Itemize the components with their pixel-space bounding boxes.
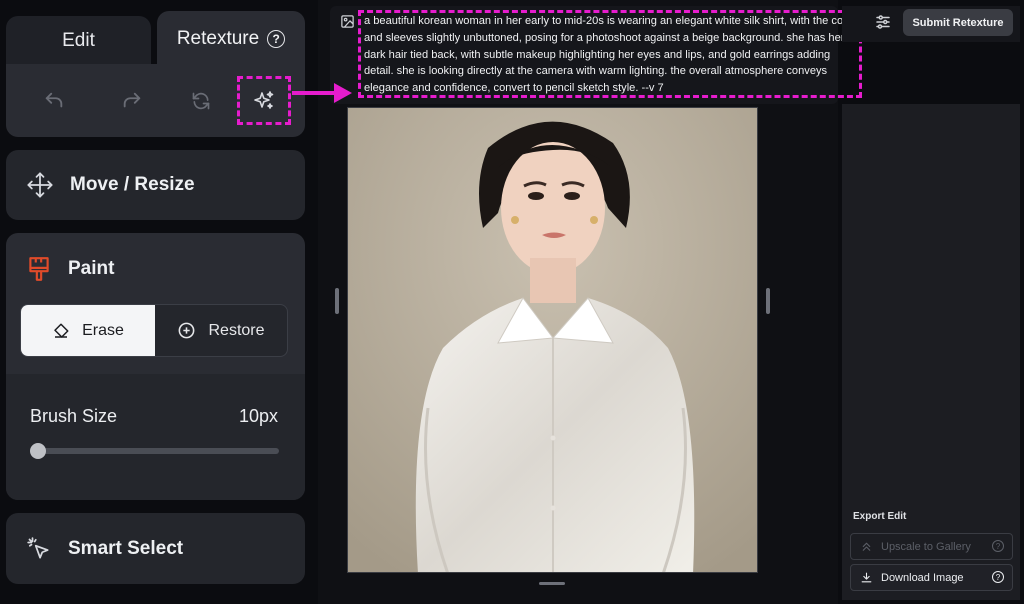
export-edit-label: Export Edit bbox=[853, 511, 907, 522]
prompt-input[interactable]: a beautiful korean woman in her early to… bbox=[364, 13, 858, 97]
help-icon[interactable]: ? bbox=[267, 29, 286, 48]
chevrons-up-icon bbox=[862, 542, 871, 551]
right-resize-handle[interactable] bbox=[766, 288, 770, 314]
brush-size-section: Brush Size 10px bbox=[6, 374, 305, 500]
paint-tool: Paint Erase Restore Brush Size 10px bbox=[6, 233, 305, 500]
brush-size-slider[interactable] bbox=[32, 448, 279, 454]
tab-edit-label: Edit bbox=[62, 30, 95, 51]
smart-select-label: Smart Select bbox=[68, 537, 184, 559]
brush-size-value: 10px bbox=[238, 406, 278, 426]
brush-size-slider-thumb[interactable] bbox=[30, 443, 46, 459]
upscale-to-gallery-button[interactable]: Upscale to Gallery ? bbox=[850, 533, 1013, 560]
paint-header[interactable]: Paint bbox=[26, 255, 114, 283]
download-label: Download Image bbox=[881, 571, 964, 584]
restore-button[interactable]: Restore bbox=[155, 305, 287, 356]
right-panel bbox=[842, 104, 1020, 600]
plus-circle-icon bbox=[179, 322, 195, 339]
download-icon bbox=[861, 572, 872, 583]
bottom-resize-handle[interactable] bbox=[539, 582, 565, 585]
sparkle-icon bbox=[254, 90, 274, 109]
download-image-button[interactable]: Download Image ? bbox=[850, 564, 1013, 591]
move-resize-tool[interactable]: Move / Resize bbox=[6, 150, 305, 220]
tab-edit[interactable]: Edit bbox=[6, 16, 151, 66]
paint-label: Paint bbox=[68, 258, 115, 279]
erase-button[interactable]: Erase bbox=[21, 305, 155, 356]
move-icon bbox=[27, 172, 53, 198]
upscale-help-icon[interactable]: ? bbox=[992, 540, 1004, 552]
submit-retexture-button[interactable]: Submit Retexture bbox=[903, 9, 1013, 36]
image-icon[interactable] bbox=[340, 14, 355, 34]
eraser-icon bbox=[54, 323, 69, 338]
paint-mode-toggle: Erase Restore bbox=[20, 304, 288, 357]
portrait-image bbox=[348, 108, 757, 572]
tab-retexture[interactable]: Retexture ? bbox=[157, 11, 305, 66]
undo-icon[interactable] bbox=[39, 86, 69, 116]
paint-brush-icon bbox=[29, 257, 49, 281]
move-resize-label: Move / Resize bbox=[70, 174, 195, 195]
settings-sliders-icon[interactable] bbox=[874, 13, 892, 36]
smart-select-cursor-icon bbox=[27, 536, 49, 559]
erase-label: Erase bbox=[82, 321, 124, 339]
arrow-annotation-icon bbox=[292, 83, 352, 103]
redo-icon[interactable] bbox=[117, 86, 147, 116]
left-panel: Edit Retexture ? Move / Resize Paint Era… bbox=[0, 0, 316, 604]
restore-label: Restore bbox=[208, 321, 265, 339]
tab-retexture-label: Retexture bbox=[176, 27, 260, 49]
left-resize-handle[interactable] bbox=[335, 288, 339, 314]
upscale-label: Upscale to Gallery bbox=[881, 540, 971, 553]
refresh-icon[interactable] bbox=[186, 86, 216, 116]
edited-image[interactable] bbox=[347, 107, 758, 573]
download-help-icon[interactable]: ? bbox=[992, 571, 1004, 583]
history-toolbar bbox=[6, 64, 305, 137]
brush-size-label: Brush Size bbox=[30, 406, 118, 426]
smart-select-tool[interactable]: Smart Select bbox=[6, 513, 305, 584]
auto-prompt-button[interactable] bbox=[237, 76, 291, 125]
